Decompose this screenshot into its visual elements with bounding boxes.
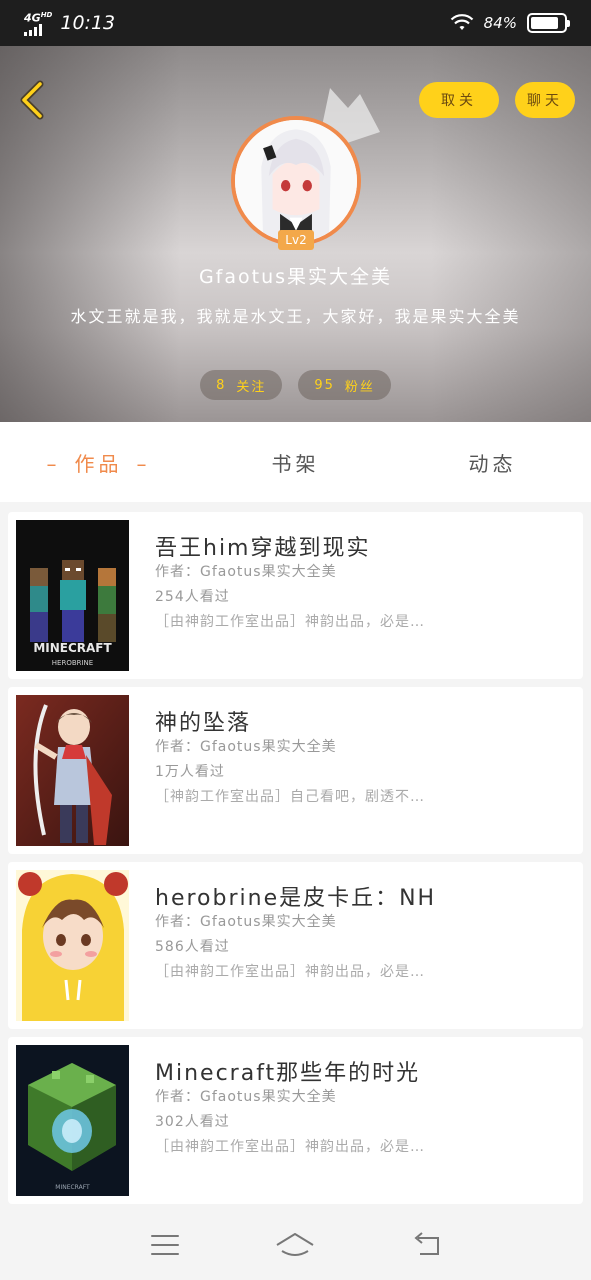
work-title: herobrine是皮卡丘：NH (155, 886, 437, 910)
tab-works[interactable]: 作品 (0, 448, 197, 477)
following-stat[interactable]: 8 关注 (200, 370, 283, 400)
work-card[interactable]: herobrine是皮卡丘：NH 作者：Gfaotus果实大全美 586人看过 … (8, 862, 583, 1029)
profile-tabs: 作品 书架 动态 (0, 422, 591, 502)
battery-percent: 84% (483, 14, 517, 32)
home-button[interactable] (275, 1230, 315, 1260)
clock: 10:13 (60, 12, 116, 34)
svg-text:HEROBRINE: HEROBRINE (52, 659, 93, 667)
following-count: 8 (216, 377, 227, 393)
work-description: ［由神韵工作室出品］神韵出品，必是… (155, 614, 425, 630)
back-button[interactable] (406, 1230, 446, 1260)
work-views: 302人看过 (155, 1114, 230, 1130)
username: Gfaotus果实大全美 (198, 266, 393, 288)
work-title: 吾王him穿越到现实 (155, 536, 371, 560)
work-card[interactable]: MINECRAFT HEROBRINE 吾王him穿越到现实 作者：Gfaotu… (8, 512, 583, 679)
battery-icon (527, 13, 570, 33)
tab-bookshelf[interactable]: 书架 (197, 448, 394, 477)
chat-button[interactable]: 聊天 (515, 82, 575, 118)
work-description: ［由神韵工作室出品］神韵出品，必是… (155, 1139, 425, 1155)
work-card[interactable]: MINECRAFT Minecraft那些年的时光 作者：Gfaotus果实大全… (8, 1037, 583, 1204)
work-author: 作者：Gfaotus果实大全美 (155, 564, 337, 580)
avatar[interactable] (231, 116, 361, 246)
wifi-icon (450, 14, 473, 30)
unfollow-button[interactable]: 取关 (419, 82, 499, 118)
work-title: Minecraft那些年的时光 (155, 1061, 421, 1085)
system-nav-bar (0, 1210, 591, 1280)
work-author: 作者：Gfaotus果实大全美 (155, 1089, 337, 1105)
status-bar: 4GHD 10:13 84% (0, 0, 591, 46)
work-card[interactable]: 神的坠落 作者：Gfaotus果实大全美 1万人看过 ［神韵工作室出品］自己看吧… (8, 687, 583, 854)
return-icon (414, 1232, 439, 1255)
network-indicator: 4GHD (24, 10, 52, 36)
fans-label: 粉丝 (344, 379, 375, 395)
back-arrow-icon[interactable] (14, 78, 50, 122)
work-cover (16, 870, 129, 1021)
fans-stat[interactable]: 95 粉丝 (298, 370, 391, 400)
profile-header: 取关 聊天 Lv2 Gfaotus果实大全美 水文王就是我，我就是水文王，大家好… (0, 46, 591, 422)
svg-text:MINECRAFT: MINECRAFT (55, 1184, 90, 1191)
user-bio: 水文王就是我，我就是水文王，大家好，我是果实大全美 (70, 307, 521, 326)
work-views: 254人看过 (155, 589, 230, 605)
work-views: 586人看过 (155, 939, 230, 955)
svg-text:MINECRAFT: MINECRAFT (33, 641, 112, 655)
work-cover: MINECRAFT (16, 1045, 129, 1196)
works-list: MINECRAFT HEROBRINE 吾王him穿越到现实 作者：Gfaotu… (8, 512, 583, 1212)
following-label: 关注 (236, 379, 267, 395)
work-author: 作者：Gfaotus果实大全美 (155, 739, 337, 755)
level-badge: Lv2 (278, 230, 314, 250)
signal-icon (24, 23, 42, 36)
work-cover (16, 695, 129, 846)
work-cover: MINECRAFT HEROBRINE (16, 520, 129, 671)
fans-count: 95 (314, 377, 335, 393)
work-description: ［由神韵工作室出品］神韵出品，必是… (155, 964, 425, 980)
work-description: ［神韵工作室出品］自己看吧，剧透不… (155, 789, 425, 805)
tab-activity[interactable]: 动态 (394, 448, 591, 477)
menu-icon (151, 1235, 180, 1255)
home-icon (276, 1233, 315, 1256)
work-author: 作者：Gfaotus果实大全美 (155, 914, 337, 930)
menu-button[interactable] (145, 1230, 185, 1260)
work-title: 神的坠落 (155, 711, 252, 735)
work-views: 1万人看过 (155, 764, 225, 780)
